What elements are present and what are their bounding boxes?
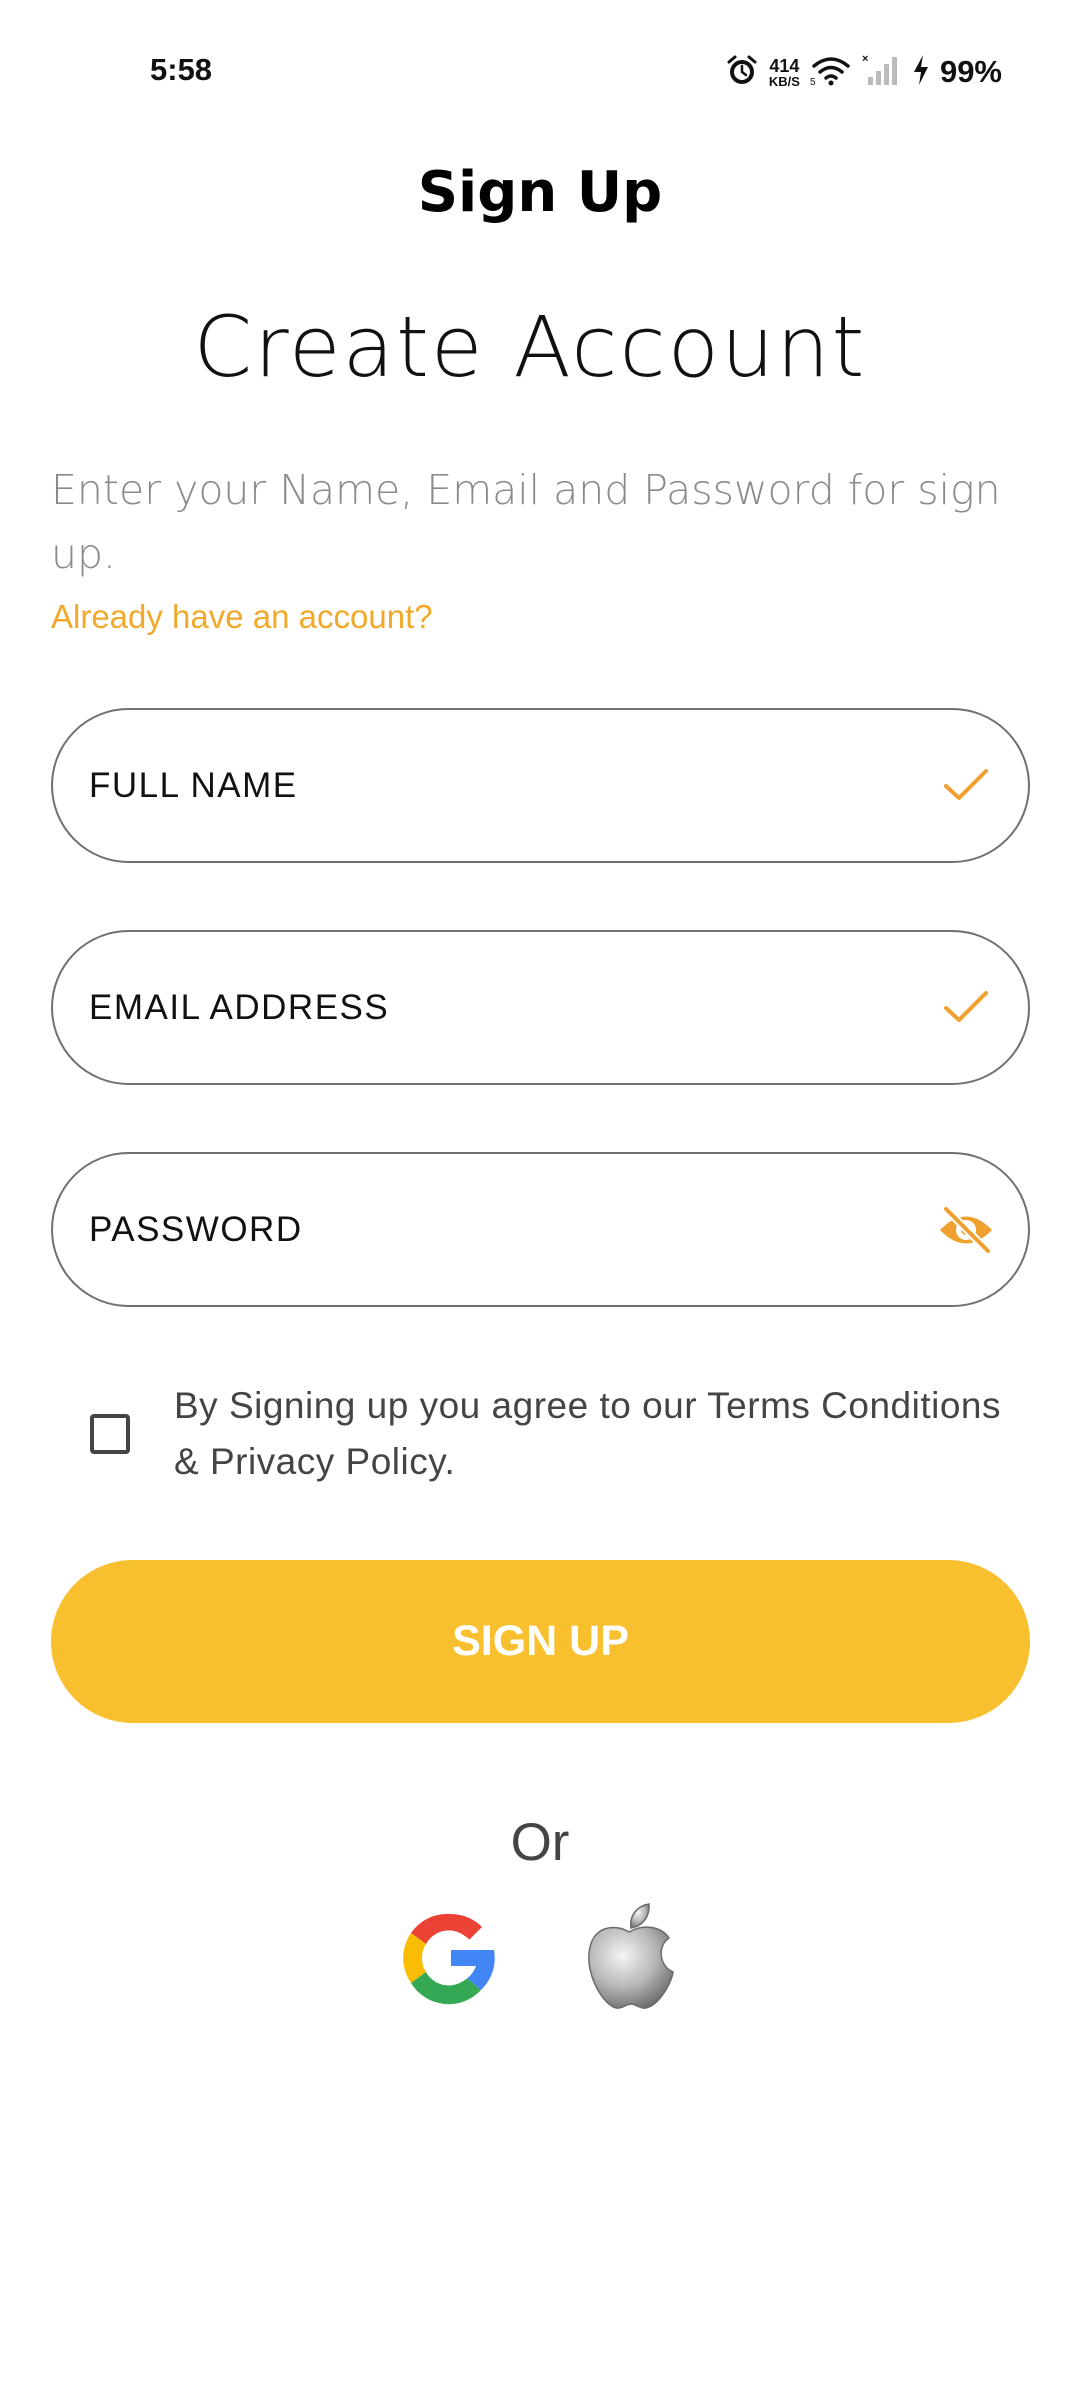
status-time: 5:58	[150, 52, 213, 87]
cellular-signal-icon: ×	[862, 53, 902, 91]
net-speed: 414 KB/S	[769, 57, 800, 88]
full-name-input[interactable]	[89, 710, 909, 861]
page-title: Sign Up	[417, 160, 663, 225]
terms-checkbox[interactable]	[90, 1414, 130, 1454]
svg-text:×: ×	[862, 53, 868, 65]
eye-off-icon[interactable]	[936, 1200, 996, 1260]
check-icon	[936, 756, 996, 816]
alarm-icon	[725, 53, 759, 91]
sign-up-button[interactable]: SIGN UP	[51, 1560, 1030, 1723]
net-speed-unit: KB/S	[768, 73, 800, 89]
google-icon	[399, 1906, 503, 2014]
wifi-icon: 5	[810, 54, 852, 90]
charging-icon	[912, 53, 930, 91]
net-speed-value: 414	[769, 55, 800, 76]
apple-icon	[579, 1902, 679, 2018]
apple-login-button[interactable]	[574, 1902, 684, 2018]
password-field[interactable]	[51, 1152, 1030, 1307]
battery-percentage: 99%	[939, 54, 1002, 89]
email-input[interactable]	[89, 932, 909, 1083]
password-input[interactable]	[89, 1154, 909, 1305]
terms-row: By Signing up you agree to our Terms Con…	[90, 1378, 1030, 1490]
email-field[interactable]	[51, 930, 1030, 1085]
instructions-text: Enter your Name, Email and Password for …	[51, 466, 1001, 578]
full-name-field[interactable]	[51, 708, 1030, 863]
check-icon	[936, 978, 996, 1038]
or-divider: Or	[510, 1813, 570, 1872]
create-account-heading: Create Account	[193, 298, 867, 396]
google-login-button[interactable]	[396, 1905, 506, 2015]
terms-text: By Signing up you agree to our Terms Con…	[174, 1385, 1002, 1482]
status-bar: 5:58 414 KB/S 5 × 99%	[0, 0, 1080, 150]
status-icons: 414 KB/S 5 × 99%	[725, 52, 1002, 92]
already-have-account-link[interactable]: Already have an account?	[51, 598, 433, 636]
svg-text:5: 5	[810, 77, 816, 86]
